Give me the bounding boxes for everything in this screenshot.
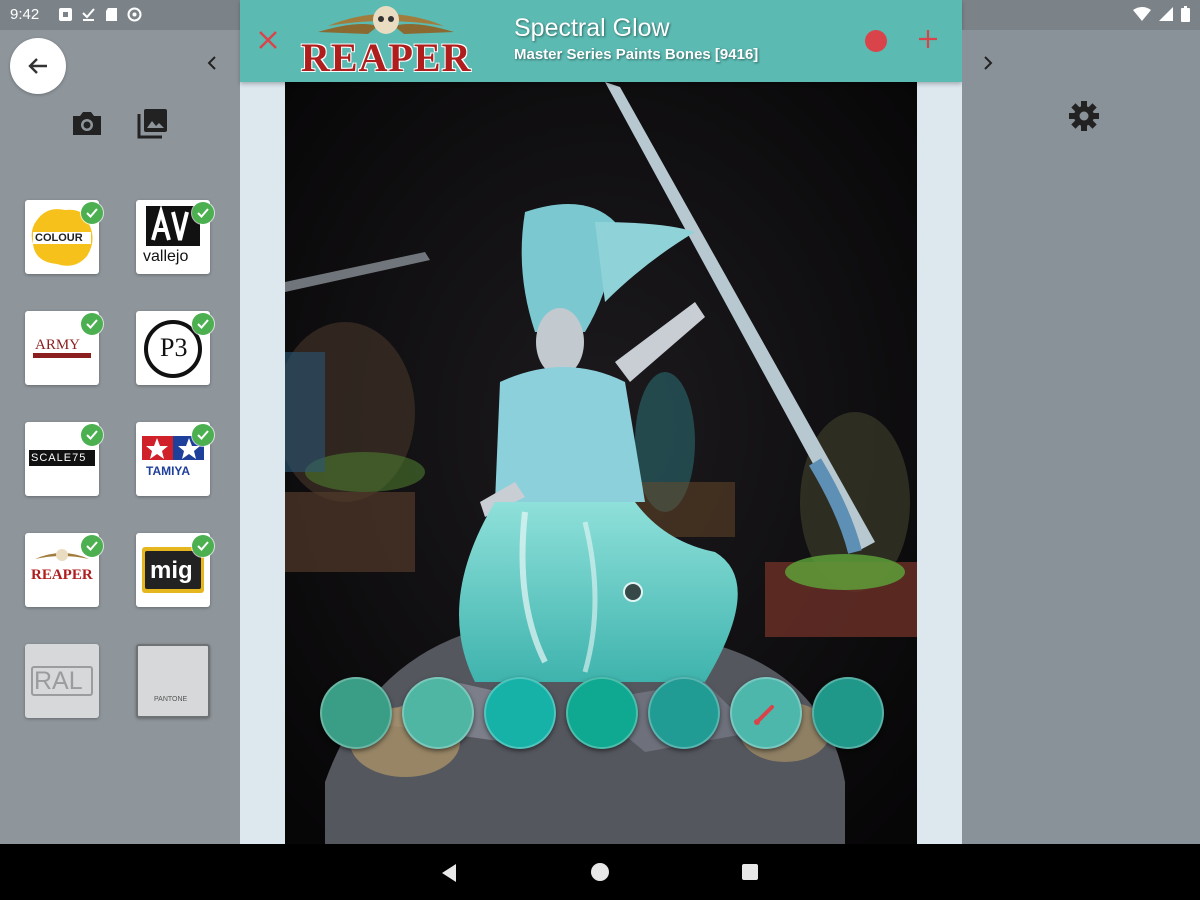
color-swatch[interactable]: [566, 677, 638, 749]
color-swatch[interactable]: [648, 677, 720, 749]
nav-home-icon[interactable]: [591, 863, 609, 881]
color-swatch[interactable]: [484, 677, 556, 749]
paint-name: Spectral Glow: [514, 14, 670, 42]
status-time: 9:42: [10, 6, 40, 23]
sd-card-icon: [104, 7, 119, 22]
nav-recents-icon[interactable]: [742, 864, 758, 880]
color-indicator[interactable]: [865, 30, 887, 52]
swatch-edit[interactable]: [730, 677, 802, 749]
check-icon: [81, 424, 103, 446]
notification-icon: [58, 7, 73, 22]
reaper-logo: REAPER: [298, 4, 474, 80]
check-icon: [192, 313, 214, 335]
check-icon: [192, 535, 214, 557]
wifi-icon: [1133, 7, 1151, 21]
color-swatch[interactable]: [812, 677, 884, 749]
mig-logo-text: mig: [150, 557, 193, 584]
citadel-logo-text: COLOUR: [35, 232, 83, 244]
check-icon: [192, 424, 214, 446]
add-button[interactable]: [918, 26, 938, 54]
reaper-logo-text: REAPER: [31, 567, 93, 583]
vallejo-logo-text: vallejo: [143, 248, 189, 265]
scale75-logo-text: SCALE75: [31, 452, 87, 464]
notification-icons: [58, 7, 142, 22]
sync-icon: [127, 7, 142, 22]
reaper-logo-text: REAPER: [301, 35, 472, 80]
paint-subtitle: Master Series Paints Bones [9416]: [514, 46, 759, 63]
check-icon: [81, 313, 103, 335]
brand-panel: COLOUR vallejo ARMY P3 SCALE75 TAMIYA RE…: [0, 30, 240, 844]
back-button[interactable]: [10, 38, 66, 94]
nav-back-icon[interactable]: [440, 863, 458, 883]
chevron-right-icon[interactable]: [978, 52, 998, 74]
color-swatch[interactable]: [402, 677, 474, 749]
p3-logo-text: P3: [160, 333, 188, 362]
brush-icon: [754, 705, 774, 725]
navigation-bar: [0, 844, 1200, 900]
battery-icon: [1181, 6, 1190, 22]
brand-tile-pantone[interactable]: PANTONE: [136, 644, 210, 718]
close-icon[interactable]: [256, 28, 280, 52]
gear-icon[interactable]: [1066, 98, 1102, 134]
plus-icon: [919, 30, 937, 48]
download-done-icon: [81, 7, 96, 22]
camera-icon[interactable]: [70, 106, 104, 140]
arrow-left-icon: [28, 58, 47, 74]
system-icons: [1133, 6, 1190, 22]
ral-logo-text: RAL: [34, 667, 83, 695]
chevron-left-icon[interactable]: [202, 52, 222, 74]
check-icon: [192, 202, 214, 224]
pantone-logo-text: PANTONE: [154, 696, 188, 703]
check-icon: [81, 535, 103, 557]
check-icon: [81, 202, 103, 224]
color-swatch[interactable]: [320, 677, 392, 749]
settings-panel: [962, 30, 1200, 844]
brand-tile-ral[interactable]: RAL: [25, 644, 99, 718]
paint-detail-view: REAPER Spectral Glow Master Series Paint…: [240, 0, 962, 844]
gallery-icon[interactable]: [136, 106, 170, 140]
tamiya-logo-text: TAMIYA: [146, 464, 191, 478]
signal-icon: [1159, 7, 1173, 21]
paint-header: REAPER Spectral Glow Master Series Paint…: [240, 0, 962, 82]
